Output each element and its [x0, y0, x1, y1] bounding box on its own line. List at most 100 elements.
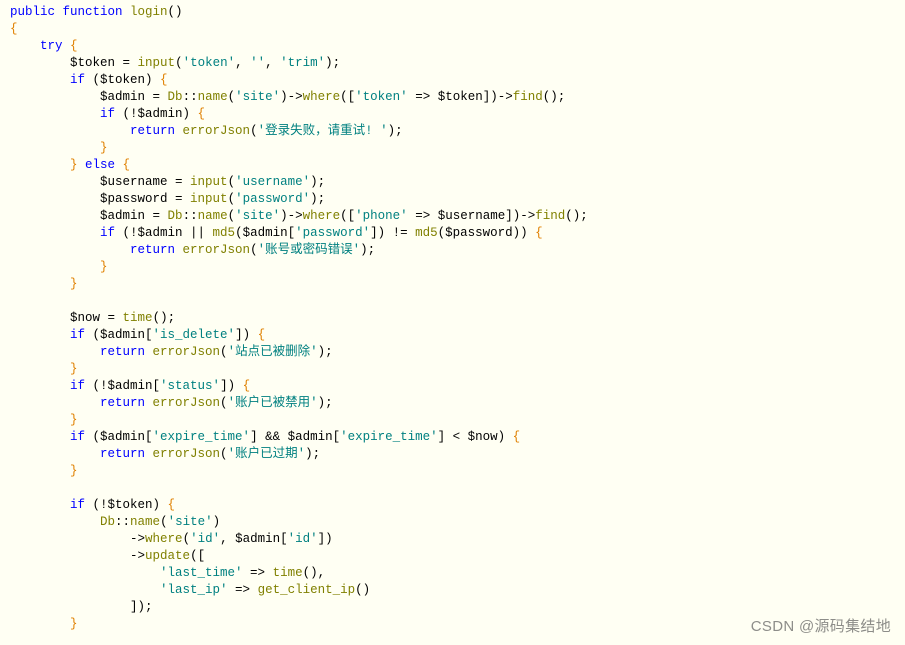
code-token: return	[130, 124, 183, 138]
code-token: ])	[220, 379, 243, 393]
code-token: => $username])->	[408, 209, 536, 223]
code-token: (),	[303, 566, 326, 580]
code-token: ()	[355, 583, 370, 597]
code-token: {	[535, 226, 543, 240]
code-token: if	[70, 379, 93, 393]
code-line: public function login()	[10, 4, 903, 21]
code-token: where	[303, 90, 341, 104]
code-token: ''	[250, 56, 265, 70]
code-token: 'last_ip'	[160, 583, 228, 597]
code-token: }	[70, 617, 78, 631]
code-token: name	[130, 515, 160, 529]
code-token: }	[70, 362, 78, 376]
code-token: 'username'	[235, 175, 310, 189]
code-line: $password = input('password');	[10, 191, 903, 208]
code-token: ($admin[	[93, 328, 153, 342]
code-token: function	[63, 5, 131, 19]
code-token: ([	[190, 549, 205, 563]
code-token: {	[513, 430, 521, 444]
code-token: errorJson	[153, 396, 221, 410]
code-token: (	[228, 209, 236, 223]
code-token: 'is_delete'	[153, 328, 236, 342]
code-token: else	[85, 158, 123, 172]
code-token: (	[228, 90, 236, 104]
code-token: =	[153, 90, 168, 104]
code-line: }	[10, 361, 903, 378]
code-token: }	[70, 464, 78, 478]
code-token: $admin	[100, 209, 153, 223]
code-line: return errorJson('账户已被禁用');	[10, 395, 903, 412]
code-token: => $token])->	[408, 90, 513, 104]
code-token: ();	[543, 90, 566, 104]
code-token: {	[10, 22, 18, 36]
code-token: }	[70, 277, 78, 291]
code-token: {	[160, 73, 168, 87]
code-token: 'status'	[160, 379, 220, 393]
code-token: 'id'	[288, 532, 318, 546]
code-token: )	[213, 515, 221, 529]
code-token: {	[258, 328, 266, 342]
code-token: time	[123, 311, 153, 325]
code-line: $admin = Db::name('site')->where(['phone…	[10, 208, 903, 225]
code-token: ] && $admin[	[250, 430, 340, 444]
code-token: {	[198, 107, 206, 121]
code-token: =>	[228, 583, 258, 597]
code-token: where	[145, 532, 183, 546]
code-line: }	[10, 276, 903, 293]
code-token: (	[228, 175, 236, 189]
code-line: }	[10, 412, 903, 429]
code-token: ,	[265, 56, 280, 70]
code-token: '账户已过期'	[228, 447, 306, 461]
code-line: if ($admin['is_delete']) {	[10, 327, 903, 344]
code-line: $token = input('token', '', 'trim');	[10, 55, 903, 72]
code-line: $now = time();	[10, 310, 903, 327]
code-line: $username = input('username');	[10, 174, 903, 191]
code-line: if (!$admin['status']) {	[10, 378, 903, 395]
code-token: 'password'	[235, 192, 310, 206]
code-token: if	[100, 226, 123, 240]
code-token: 'site'	[168, 515, 213, 529]
code-line: ->where('id', $admin['id'])	[10, 531, 903, 548]
code-token: 'last_time'	[160, 566, 243, 580]
code-token: ($admin[	[93, 430, 153, 444]
code-token: ();	[153, 311, 176, 325]
code-token: ])	[235, 328, 258, 342]
code-token: md5	[415, 226, 438, 240]
code-token: Db	[100, 515, 115, 529]
code-token: 'expire_time'	[153, 430, 251, 444]
code-token: );	[305, 447, 320, 461]
code-token: (	[160, 515, 168, 529]
code-token: =	[175, 175, 190, 189]
code-token: ([	[340, 90, 355, 104]
code-token: get_client_ip	[258, 583, 356, 597]
code-token: =	[123, 56, 138, 70]
code-line	[10, 480, 903, 497]
code-line: 'last_time' => time(),	[10, 565, 903, 582]
code-token: errorJson	[153, 447, 221, 461]
code-token: (!$admin[	[93, 379, 161, 393]
code-line	[10, 293, 903, 310]
code-line: }	[10, 463, 903, 480]
code-token: ::	[183, 209, 198, 223]
code-token: '登录失败，请重试! '	[258, 124, 388, 138]
code-line: return errorJson('账号或密码错误');	[10, 242, 903, 259]
code-token: (	[183, 532, 191, 546]
code-token: (	[228, 192, 236, 206]
code-line: if ($token) {	[10, 72, 903, 89]
code-token: ,	[235, 56, 250, 70]
code-token: find	[535, 209, 565, 223]
code-token: ($admin[	[235, 226, 295, 240]
code-token: (	[220, 345, 228, 359]
code-line: {	[10, 21, 903, 38]
code-token: input	[138, 56, 176, 70]
code-token: if	[100, 107, 123, 121]
code-token: 'site'	[235, 209, 280, 223]
code-line: if (!$admin || md5($admin['password']) !…	[10, 225, 903, 242]
code-token: ();	[565, 209, 588, 223]
code-token: );	[310, 175, 325, 189]
code-token: ]) !=	[370, 226, 415, 240]
code-token: return	[130, 243, 183, 257]
code-token: {	[123, 158, 131, 172]
code-token: 'site'	[235, 90, 280, 104]
code-token: =	[153, 209, 168, 223]
